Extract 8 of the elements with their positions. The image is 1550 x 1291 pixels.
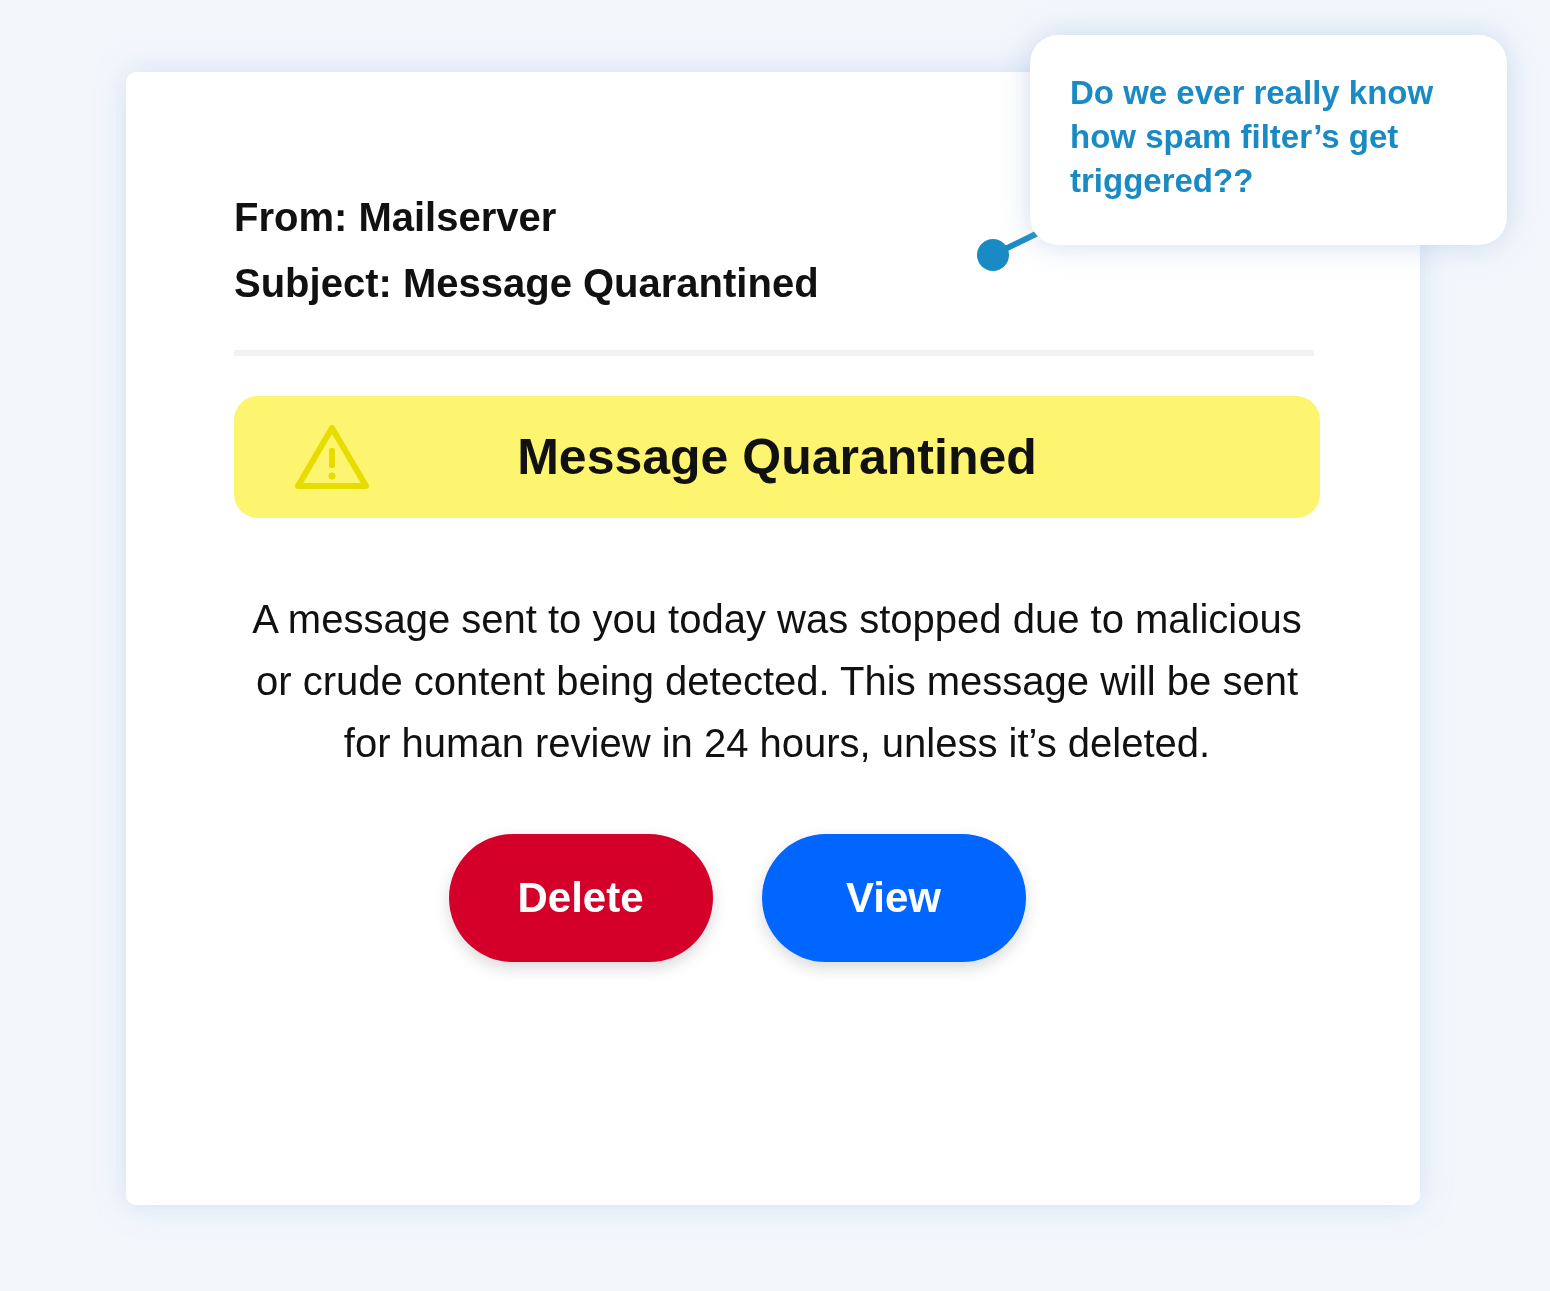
comment-text: Do we ever really know how spam filter’s get triggered??	[1070, 73, 1435, 201]
banner-title: Message Quarantined	[517, 428, 1037, 486]
warning-icon	[294, 424, 370, 490]
subject-line: Subject: Message Quarantined	[234, 260, 819, 307]
sender-line: From: Mailserver	[234, 194, 557, 241]
delete-button[interactable]: Delete	[448, 834, 713, 962]
message-text: A message sent to you today was stopped due to malicious or crude content being detected. This message will be sent for human review in 24 hours, unless it’s deleted.	[251, 596, 1303, 767]
view-button[interactable]: View	[761, 834, 1026, 962]
